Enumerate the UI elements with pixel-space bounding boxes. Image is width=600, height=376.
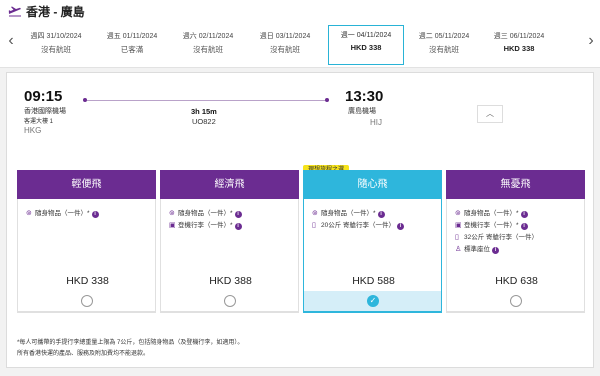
- date-option[interactable]: 週六 02/11/2024 沒有航班: [172, 27, 244, 63]
- depart-airport: 香港國際機場: [24, 108, 66, 115]
- fare-feature: ▣ 登機行李（一件）* i: [169, 219, 242, 230]
- seat-icon: ♙: [455, 246, 462, 253]
- date-option[interactable]: 週四 31/10/2024 沒有航班: [20, 27, 92, 63]
- radio-button[interactable]: [224, 295, 236, 307]
- info-icon[interactable]: i: [234, 223, 242, 230]
- info-icon[interactable]: i: [520, 211, 528, 218]
- info-icon[interactable]: i: [520, 223, 528, 230]
- fare-name: 輕便飛: [17, 170, 156, 199]
- fare-feature: ▣ 登機行李（一件）* i: [455, 219, 528, 230]
- fare-name: 經濟飛: [160, 170, 299, 199]
- fare-feature: ⊚ 隨身物品（一件）* i: [26, 207, 99, 218]
- depart-time: 09:15: [24, 88, 63, 105]
- checked-luggage-icon: ▯: [455, 234, 459, 241]
- fare-feature: ▯ 20公斤 寄艙行李（一件） i: [312, 219, 405, 230]
- arrive-time: 13:30: [345, 88, 384, 105]
- date-option[interactable]: 週二 05/11/2024 沒有航班: [408, 27, 480, 63]
- chevron-left-icon[interactable]: ‹: [4, 32, 18, 50]
- fare-radio-cell[interactable]: [17, 291, 156, 312]
- route-line: [87, 99, 325, 101]
- fare-feature: ⊚ 隨身物品（一件）* i: [312, 207, 385, 218]
- radio-button[interactable]: [510, 295, 522, 307]
- flight-duration: 3h 15m: [191, 107, 217, 116]
- fare-feature: ⊚ 隨身物品（一件）* i: [455, 207, 528, 218]
- fare-price: HKD 588: [352, 275, 395, 287]
- baggage-note: *每人可攜帶的手提行李總重量上限為 7公斤，包括隨身物品（及登機行李，如適用）。: [17, 340, 244, 346]
- date-strip: ‹ 週四 31/10/2024 沒有航班 週五 01/11/2024 已客滿 週…: [0, 22, 600, 68]
- refund-note: 所有香港快運的產品、服務及附加費均不能退款。: [17, 351, 150, 357]
- info-icon[interactable]: i: [91, 211, 99, 218]
- fare-feature: ♙ 標準座位 i: [455, 243, 499, 254]
- route-title: 香港 - 廣島: [26, 5, 85, 19]
- date-option[interactable]: 週三 06/11/2024 HKD 338: [483, 27, 555, 63]
- carry-on-bag-icon: ⊚: [312, 210, 318, 217]
- fare-name: 無憂飛: [446, 170, 585, 199]
- top-bar: 香港 - 廣島: [0, 0, 600, 22]
- depart-code: HKG: [24, 126, 42, 135]
- flight-card: 09:15 香港國際機場 客運大樓 1 HKG 3h 15m UO822 13:…: [6, 72, 594, 368]
- fare-price: HKD 638: [495, 275, 538, 287]
- plane-depart-icon: [8, 6, 21, 17]
- fare-radio-cell[interactable]: [160, 291, 299, 312]
- fare-price: HKD 338: [66, 275, 109, 287]
- radio-button[interactable]: [81, 295, 93, 307]
- info-icon[interactable]: i: [234, 211, 242, 218]
- cabin-luggage-icon: ▣: [455, 222, 462, 229]
- checked-luggage-icon: ▯: [312, 222, 316, 229]
- depart-terminal: 客運大樓 1: [24, 119, 54, 125]
- info-icon[interactable]: i: [377, 211, 385, 218]
- info-icon[interactable]: i: [397, 223, 405, 230]
- date-option-selected[interactable]: 週一 04/11/2024 HKD 338: [328, 25, 404, 65]
- date-option[interactable]: 週日 03/11/2024 沒有航班: [249, 27, 321, 63]
- carry-on-bag-icon: ⊚: [169, 210, 175, 217]
- arrive-code: HIJ: [370, 118, 382, 127]
- carry-on-bag-icon: ⊚: [455, 210, 461, 217]
- carry-on-bag-icon: ⊚: [26, 210, 32, 217]
- chevron-up-icon[interactable]: ︿: [477, 105, 503, 123]
- date-option[interactable]: 週五 01/11/2024 已客滿: [96, 27, 168, 63]
- flight-number: UO822: [192, 117, 216, 126]
- check-icon[interactable]: ✓: [367, 295, 379, 307]
- arrive-airport: 廣島機場: [348, 108, 376, 115]
- fare-price: HKD 388: [209, 275, 252, 287]
- chevron-right-icon[interactable]: ›: [584, 32, 598, 50]
- info-icon[interactable]: i: [492, 247, 499, 254]
- fare-feature: ▯ 32公斤 寄艙行李（一件）: [455, 234, 539, 241]
- fare-name: 隨心飛: [303, 170, 442, 199]
- cabin-luggage-icon: ▣: [169, 222, 176, 229]
- fare-radio-cell-selected[interactable]: ✓: [303, 291, 442, 312]
- fare-radio-cell[interactable]: [446, 291, 585, 312]
- route-end-dot: [325, 98, 329, 102]
- fare-feature: ⊚ 隨身物品（一件）* i: [169, 207, 242, 218]
